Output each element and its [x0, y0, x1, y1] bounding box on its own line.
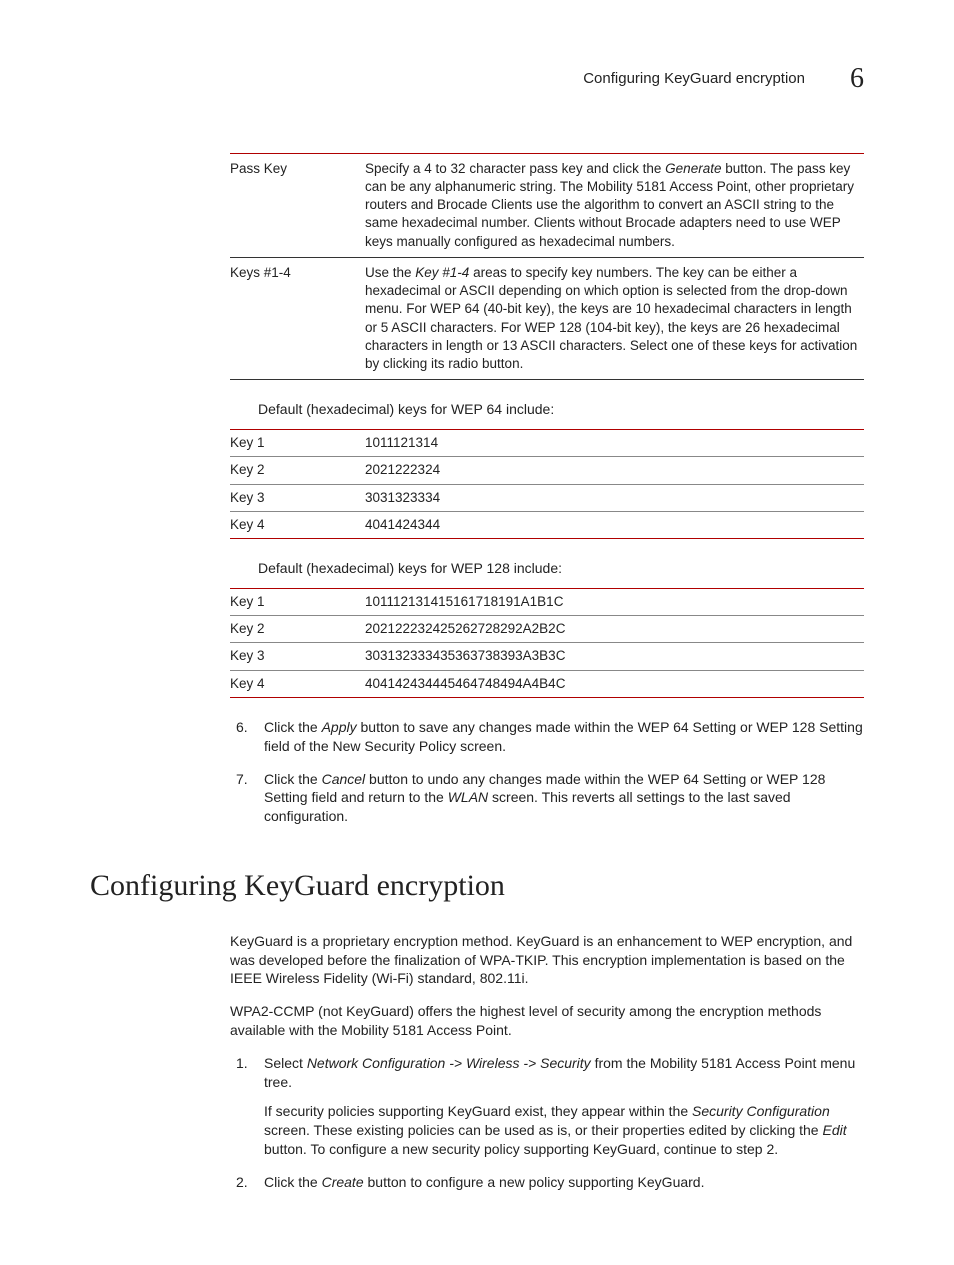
table-row: Pass Key Specify a 4 to 32 character pas…: [230, 153, 864, 257]
table-row: Key 33031323334: [230, 484, 864, 511]
steps-list: 6. Click the Apply button to save any ch…: [230, 718, 864, 826]
table-row: Key 1101112131415161718191A1B1C: [230, 588, 864, 615]
table-row: Key 4404142434445464748494A4B4C: [230, 670, 864, 697]
table-row: Key 11011121314: [230, 430, 864, 457]
step-item: 6. Click the Apply button to save any ch…: [254, 718, 864, 756]
section-heading: Configuring KeyGuard encryption: [90, 866, 864, 907]
step-item: 1. Select Network Configuration -> Wirel…: [254, 1054, 864, 1158]
row-desc: Use the Key #1-4 areas to specify key nu…: [365, 257, 864, 379]
table-row: Keys #1-4 Use the Key #1-4 areas to spec…: [230, 257, 864, 379]
step-subtext: If security policies supporting KeyGuard…: [264, 1102, 864, 1159]
table-row: Key 44041424344: [230, 511, 864, 538]
table-row: Key 3303132333435363738393A3B3C: [230, 643, 864, 670]
step-item: 7. Click the Cancel button to undo any c…: [254, 770, 864, 827]
paragraph: KeyGuard is a proprietary encryption met…: [230, 932, 864, 989]
paragraph: WPA2-CCMP (not KeyGuard) offers the high…: [230, 1002, 864, 1040]
wep128-table: Key 1101112131415161718191A1B1C Key 2202…: [230, 588, 864, 698]
chapter-number: 6: [850, 60, 864, 98]
wep64-caption: Default (hexadecimal) keys for WEP 64 in…: [258, 400, 864, 419]
table-row: Key 2202122232425262728292A2B2C: [230, 616, 864, 643]
wep128-caption: Default (hexadecimal) keys for WEP 128 i…: [258, 559, 864, 578]
wep64-table: Key 11011121314 Key 22021222324 Key 3303…: [230, 429, 864, 539]
step-item: 2. Click the Create button to configure …: [254, 1173, 864, 1192]
definition-table: Pass Key Specify a 4 to 32 character pas…: [230, 153, 864, 380]
table-row: Key 22021222324: [230, 457, 864, 484]
row-label: Pass Key: [230, 153, 365, 257]
steps-list: 1. Select Network Configuration -> Wirel…: [230, 1054, 864, 1191]
row-desc: Specify a 4 to 32 character pass key and…: [365, 153, 864, 257]
row-label: Keys #1-4: [230, 257, 365, 379]
header-title: Configuring KeyGuard encryption: [583, 69, 805, 89]
page-header: Configuring KeyGuard encryption 6: [90, 60, 864, 98]
